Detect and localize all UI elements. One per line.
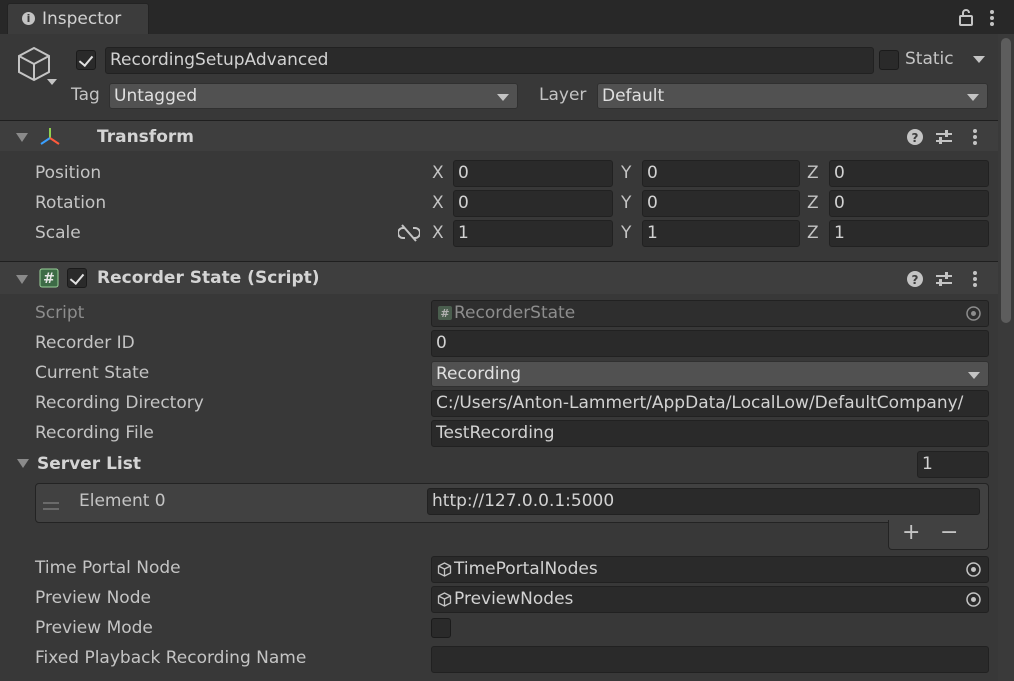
axis-x-label: X [432,223,444,243]
server-element-field[interactable]: http://127.0.0.1:5000 [427,488,980,515]
layer-label: Layer [539,85,587,105]
preset-sliders-icon[interactable] [935,128,953,151]
axis-x-label: X [432,163,444,183]
svg-text:#: # [440,307,449,320]
tab-inspector[interactable]: i Inspector [7,3,149,34]
transform-title: Transform [97,127,194,147]
script-value: RecorderState [454,303,576,323]
axis-z-label: Z [807,223,819,243]
axis-y-label: Y [621,163,632,183]
fixed-playback-label: Fixed Playback Recording Name [35,648,307,668]
position-x-field[interactable]: 0 [453,160,613,187]
script-label: Script [35,303,85,323]
remove-element-button[interactable]: − [940,520,958,545]
foldout-arrow-icon[interactable] [16,133,28,142]
tag-value: Untagged [114,86,198,106]
scale-x-field[interactable]: 1 [453,220,613,247]
preview-mode-label: Preview Mode [35,618,153,638]
object-name-input[interactable]: RecordingSetupAdvanced [105,47,874,74]
object-picker-icon[interactable] [965,561,982,583]
recording-file-field[interactable]: TestRecording [431,420,989,447]
help-icon[interactable]: ? [906,128,924,151]
current-state-dropdown[interactable]: Recording [431,361,989,387]
tag-dropdown[interactable]: Untagged [109,83,518,109]
axis-x-label: X [432,193,444,213]
kebab-menu-icon[interactable] [987,9,997,32]
foldout-arrow-icon[interactable] [16,275,28,284]
script-hash-icon: # [39,268,59,293]
server-list-size-field[interactable]: 1 [917,451,989,478]
component-enabled-checkbox[interactable] [67,268,87,288]
server-list-label: Server List [37,454,141,474]
object-picker-icon[interactable] [965,591,982,613]
position-label: Position [35,163,102,183]
unlink-icon[interactable] [397,224,421,247]
recording-file-label: Recording File [35,423,154,443]
preview-node-field[interactable]: PreviewNodes [431,586,989,613]
recording-directory-field[interactable]: C:/Users/Anton-Lammert/AppData/LocalLow/… [431,390,989,417]
script-field: RecorderState [431,300,989,327]
tab-label: Inspector [42,9,122,29]
server-list-foldout-icon[interactable] [17,459,29,468]
current-state-value: Recording [436,364,522,384]
rotation-z-field[interactable]: 0 [829,190,989,217]
axis-z-label: Z [807,193,819,213]
layer-dropdown[interactable]: Default [597,83,988,109]
recording-directory-label: Recording Directory [35,393,204,413]
info-icon: i [22,12,35,25]
chevron-down-icon [497,94,509,101]
add-element-button[interactable]: + [902,520,920,545]
static-label: Static [905,49,954,69]
svg-text:?: ? [912,273,919,287]
rotation-label: Rotation [35,193,107,213]
recorder-id-field[interactable]: 0 [431,330,989,357]
drag-handle-icon[interactable] [43,496,59,516]
preview-node-value: PreviewNodes [454,589,574,609]
recorder-id-label: Recorder ID [35,333,135,353]
gameobject-cube-icon [437,592,452,612]
gameobject-cube-icon [437,562,452,582]
list-item-label: Element 0 [79,491,166,511]
recorder-state-title: Recorder State (Script) [97,268,320,288]
script-hash-icon: # [437,305,453,326]
window-tab-bar [0,0,1014,34]
axis-y-label: Y [621,223,632,243]
kebab-menu-icon[interactable] [970,270,980,293]
transform-axes-icon [38,126,62,153]
rotation-y-field[interactable]: 0 [642,190,800,217]
static-checkbox[interactable] [879,50,899,70]
tag-label: Tag [71,85,100,105]
rotation-x-field[interactable]: 0 [453,190,613,217]
object-picker-icon [965,305,982,327]
svg-text:?: ? [912,131,919,145]
preview-node-label: Preview Node [35,588,151,608]
scale-label: Scale [35,223,81,243]
time-portal-node-label: Time Portal Node [35,558,181,578]
chevron-down-icon [968,372,980,379]
svg-text:#: # [43,271,55,287]
fixed-playback-field[interactable] [431,646,989,673]
help-icon[interactable]: ? [906,270,924,293]
scale-z-field[interactable]: 1 [829,220,989,247]
layer-value: Default [602,86,665,106]
scrollbar-thumb[interactable] [1001,38,1011,323]
time-portal-node-value: TimePortalNodes [454,559,598,579]
current-state-label: Current State [35,363,150,383]
position-y-field[interactable]: 0 [642,160,800,187]
static-dropdown-arrow-icon[interactable] [973,56,985,63]
scale-y-field[interactable]: 1 [642,220,800,247]
position-z-field[interactable]: 0 [829,160,989,187]
preset-sliders-icon[interactable] [935,270,953,293]
kebab-menu-icon[interactable] [970,128,980,151]
active-checkbox[interactable] [76,50,96,70]
chevron-down-icon [967,94,979,101]
gameobject-cube-icon[interactable] [16,46,60,95]
preview-mode-checkbox[interactable] [431,618,451,638]
lock-icon[interactable] [958,9,974,31]
time-portal-node-field[interactable]: TimePortalNodes [431,556,989,583]
axis-y-label: Y [621,193,632,213]
axis-z-label: Z [807,163,819,183]
